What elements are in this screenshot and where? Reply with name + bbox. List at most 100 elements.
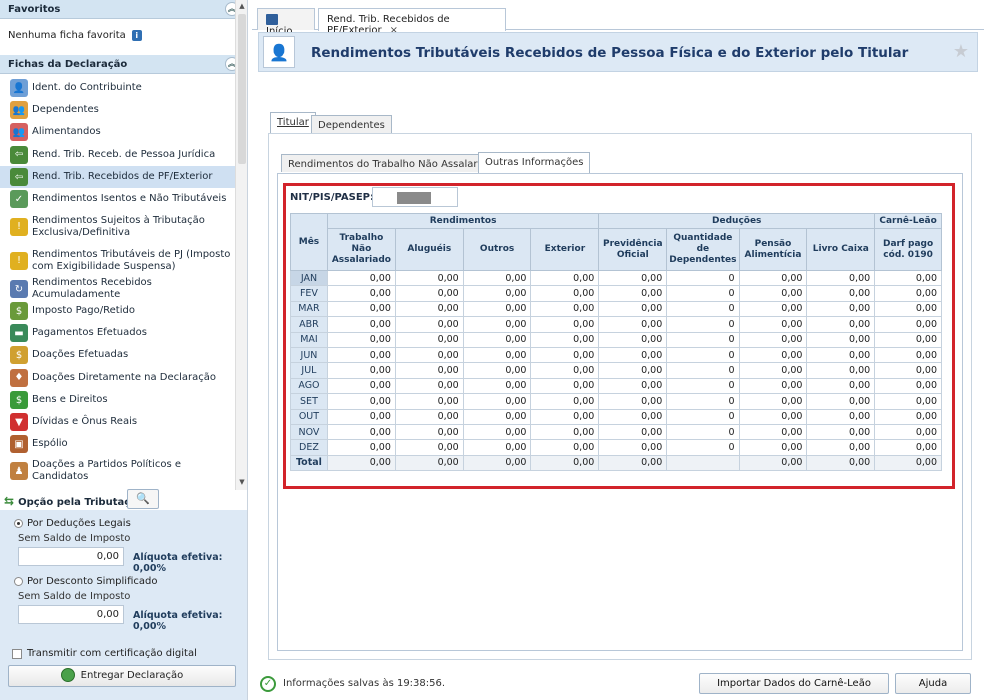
value-cell[interactable]: 0,00 [874,300,942,318]
ficha-item[interactable]: $ Bens e Direitos [0,389,236,411]
value-cell[interactable]: 0,00 [874,423,942,441]
value-cell[interactable]: 0,00 [462,408,532,425]
value-cell[interactable]: 0 [666,316,740,333]
value-cell[interactable]: 0,00 [598,331,668,348]
import-carne-leao-button[interactable]: Importar Dados do Carnê-Leão [699,673,889,694]
value-cell[interactable]: 0 [666,423,740,441]
value-cell[interactable]: 0,00 [462,316,532,333]
value-cell[interactable]: 0,00 [462,285,532,302]
value-cell[interactable]: 0,00 [326,408,396,425]
value-cell[interactable]: 0 [666,439,740,456]
value-cell[interactable]: 0,00 [530,269,600,287]
value-cell[interactable]: 0,00 [806,316,876,333]
ficha-item[interactable]: ♦ Doações Diretamente na Declaração [0,366,236,389]
tab-outras-informacoes[interactable]: Outras Informações [478,152,591,173]
ficha-item[interactable]: ! Rendimentos Sujeitos à Tributação Exclu… [0,210,236,243]
value-cell[interactable]: 0,00 [326,346,396,364]
scroll-down-icon[interactable]: ▼ [237,478,247,488]
value-cell[interactable]: 0,00 [874,377,942,395]
value-cell[interactable]: 0,00 [394,269,464,287]
value-cell[interactable]: 0,00 [394,362,464,379]
value-cell[interactable]: 0,00 [530,331,600,348]
value-cell[interactable]: 0,00 [598,285,668,302]
value-cell[interactable]: 0,00 [806,408,876,425]
value-cell[interactable]: 0,00 [738,300,808,318]
ficha-item[interactable]: ! Rendimentos Tributáveis de PJ (Imposto … [0,243,236,278]
value-cell[interactable]: 0,00 [326,423,396,441]
value-cell[interactable]: 0,00 [598,423,668,441]
value-cell[interactable]: 0,00 [394,393,464,410]
search-button[interactable]: 🔍 [127,489,159,509]
ficha-item[interactable]: 👤 Ident. do Contribuinte [0,77,236,99]
value-cell[interactable]: 0,00 [598,316,668,333]
value-cell[interactable]: 0,00 [806,269,876,287]
value-cell[interactable]: 0 [666,362,740,379]
ficha-item[interactable]: ▣ Espólio [0,433,236,455]
value-cell[interactable]: 0,00 [738,439,808,456]
value-cell[interactable]: 0,00 [806,285,876,302]
value-cell[interactable]: 0,00 [738,331,808,348]
value-cell[interactable]: 0 [666,269,740,287]
value-cell[interactable]: 0,00 [326,316,396,333]
value-cell[interactable]: 0,00 [806,331,876,348]
value-cell[interactable]: 0,00 [462,377,532,395]
radio-deducoes[interactable] [14,519,23,528]
value-cell[interactable]: 0,00 [326,300,396,318]
value-cell[interactable]: 0,00 [462,300,532,318]
ficha-item[interactable]: ↻ Rendimentos Recebidos Acumuladamente [0,277,236,300]
value-cell[interactable]: 0,00 [738,423,808,441]
value-cell[interactable]: 0,00 [394,331,464,348]
radio-simplificado[interactable] [14,577,23,586]
ficha-item[interactable]: ⇦ Rend. Trib. Receb. de Pessoa Jurídica [0,143,236,166]
tab-dependentes[interactable]: Dependentes [311,115,392,133]
value-cell[interactable]: 0,00 [462,423,532,441]
entregar-declaracao-button[interactable]: Entregar Declaração [8,665,236,687]
value-cell[interactable]: 0,00 [394,316,464,333]
value-cell[interactable]: 0,00 [530,346,600,364]
value-cell[interactable]: 0,00 [326,393,396,410]
value-cell[interactable]: 0,00 [530,439,600,456]
value-cell[interactable]: 0,00 [738,393,808,410]
fichas-header[interactable]: Fichas da Declaração ︽ [0,55,247,74]
value-cell[interactable]: 0,00 [530,423,600,441]
value-cell[interactable]: 0,00 [530,377,600,395]
value-cell[interactable]: 0 [666,346,740,364]
value-cell[interactable]: 0,00 [598,269,668,287]
value-cell[interactable]: 0,00 [394,300,464,318]
value-cell[interactable]: 0,00 [530,285,600,302]
info-icon[interactable]: i [131,30,142,41]
value-cell[interactable]: 0 [666,331,740,348]
value-cell[interactable]: 0,00 [738,346,808,364]
ficha-item[interactable]: $ Doações Efetuadas [0,344,236,366]
value-cell[interactable]: 0,00 [874,408,942,425]
value-cell[interactable]: 0,00 [598,408,668,425]
value-cell[interactable]: 0,00 [530,316,600,333]
value-cell[interactable]: 0,00 [530,408,600,425]
value-cell[interactable]: 0,00 [462,346,532,364]
value-cell[interactable]: 0,00 [598,300,668,318]
ficha-item[interactable]: $ Imposto Pago/Retido [0,300,236,322]
value-cell[interactable]: 0,00 [874,393,942,410]
value-cell[interactable]: 0 [666,300,740,318]
value-cell[interactable]: 0,00 [738,285,808,302]
value-cell[interactable]: 0,00 [738,408,808,425]
scroll-up-icon[interactable]: ▲ [237,2,247,12]
value-cell[interactable]: 0,00 [462,331,532,348]
value-cell[interactable]: 0,00 [806,377,876,395]
value-cell[interactable]: 0,00 [806,423,876,441]
value-cell[interactable]: 0,00 [738,316,808,333]
value-cell[interactable]: 0,00 [874,269,942,287]
value-cell[interactable]: 0,00 [394,346,464,364]
value-cell[interactable]: 0,00 [326,285,396,302]
radio-desconto-simplificado[interactable]: Por Desconto Simplificado [14,576,157,587]
value-cell[interactable]: 0,00 [806,393,876,410]
value-cell[interactable]: 0,00 [806,346,876,364]
tab-titular[interactable]: Titular [270,112,316,133]
value-cell[interactable]: 0,00 [738,377,808,395]
value-cell[interactable]: 0,00 [530,362,600,379]
value-cell[interactable]: 0,00 [394,377,464,395]
value-cell[interactable]: 0,00 [598,439,668,456]
value-cell[interactable]: 0,00 [394,408,464,425]
value-cell[interactable]: 0,00 [394,423,464,441]
help-button[interactable]: Ajuda [895,673,971,694]
